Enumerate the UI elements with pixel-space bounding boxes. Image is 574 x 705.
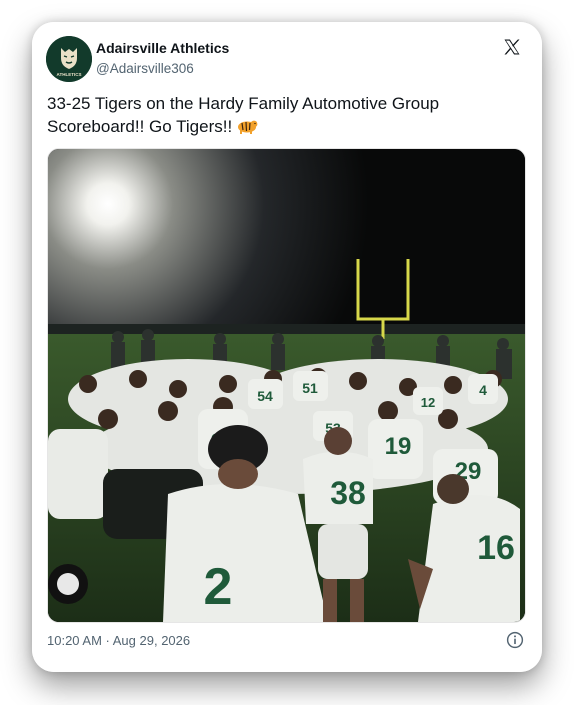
tiger-logo-icon: ATHLETICS bbox=[46, 36, 92, 82]
account-name[interactable]: Adairsville Athletics bbox=[96, 40, 229, 56]
jersey-4: 4 bbox=[479, 382, 487, 398]
jersey-38: 38 bbox=[330, 475, 366, 511]
jersey-19: 19 bbox=[385, 433, 412, 460]
post-card[interactable]: ATHLETICS Adairsville Athletics @Adairsv… bbox=[32, 22, 542, 672]
tiger-emoji-icon bbox=[236, 118, 258, 141]
info-icon[interactable] bbox=[506, 631, 524, 649]
jersey-16: 16 bbox=[477, 529, 515, 567]
account-handle[interactable]: @Adairsville306 bbox=[96, 61, 194, 76]
post-text: 33-25 Tigers on the Hardy Family Automot… bbox=[47, 92, 517, 141]
jersey-12: 12 bbox=[421, 395, 435, 410]
avatar-text: ATHLETICS bbox=[57, 72, 82, 77]
jersey-54: 54 bbox=[257, 388, 273, 404]
jersey-51: 51 bbox=[302, 380, 318, 396]
avatar[interactable]: ATHLETICS bbox=[46, 36, 92, 82]
jersey-2: 2 bbox=[204, 558, 233, 616]
post-timestamp[interactable]: 10:20 AM · Aug 29, 2026 bbox=[47, 633, 190, 648]
team-photo: 90 19 29 54 51 53 12 4 bbox=[48, 149, 525, 622]
x-logo-icon[interactable] bbox=[502, 37, 522, 57]
post-photo[interactable]: 90 19 29 54 51 53 12 4 bbox=[47, 148, 526, 623]
